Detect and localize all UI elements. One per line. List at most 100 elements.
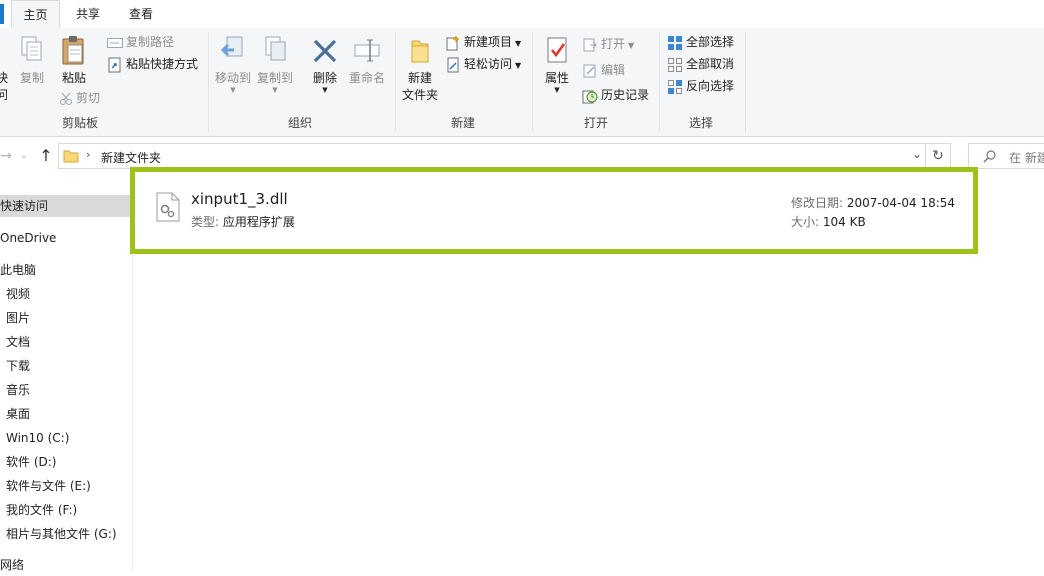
file-modified-value: 2007-04-04 18:54 xyxy=(846,196,956,210)
file-type-value: 应用程序扩展 xyxy=(222,215,295,229)
history-button[interactable]: 历史记录 xyxy=(582,85,649,105)
select-all-icon xyxy=(668,35,682,50)
nav-item-drive-e[interactable]: 软件与文件 (E:) xyxy=(6,475,91,497)
address-dropdown-chevron-icon[interactable]: ⌄ xyxy=(912,147,922,161)
nav-item-label: 桌面 xyxy=(6,407,31,421)
copy-to-caret: ▼ xyxy=(272,86,278,94)
delete-icon xyxy=(313,39,337,63)
file-name[interactable]: xinput1_3.dll xyxy=(191,190,288,208)
search-box[interactable]: 在 新建 xyxy=(968,143,1044,169)
tab-view[interactable]: 查看 xyxy=(117,0,165,28)
navigation-pane: 快速访问 OneDrive 此电脑 视频 图片 文档 下载 音乐 桌面 Win1… xyxy=(0,175,133,572)
new-item-button[interactable]: 新建项目 ▼ xyxy=(445,32,521,52)
group-separator xyxy=(745,32,746,132)
nav-item-documents[interactable]: 文档 xyxy=(6,331,30,353)
select-all-button[interactable]: 全部选择 xyxy=(667,32,734,52)
open-group-label: 打开 xyxy=(583,116,608,130)
nav-item-network[interactable]: 网络 xyxy=(0,554,24,576)
new-item-label: 新建项目 xyxy=(464,35,513,49)
select-none-button[interactable]: 全部取消 xyxy=(667,54,734,74)
nav-item-downloads[interactable]: 下载 xyxy=(6,355,30,377)
up-arrow-icon[interactable]: ↑ xyxy=(36,144,56,168)
paste-shortcut-button[interactable]: 粘贴快捷方式 xyxy=(107,54,198,74)
nav-item-this-pc[interactable]: 此电脑 xyxy=(0,259,36,281)
tab-home[interactable]: 主页 xyxy=(11,0,60,28)
copy-path-icon xyxy=(107,37,123,48)
nav-item-label: 文档 xyxy=(6,335,31,349)
nav-item-desktop[interactable]: 桌面 xyxy=(6,403,30,425)
nav-item-quick-access[interactable]: 快速访问 xyxy=(0,195,132,217)
nav-item-pictures[interactable]: 图片 xyxy=(6,307,30,329)
copy-to-label: 复制到 xyxy=(256,71,293,85)
edit-button[interactable]: 编辑 xyxy=(582,60,625,80)
edit-icon xyxy=(583,64,596,77)
cut-button[interactable]: 剪切 xyxy=(59,88,100,108)
search-placeholder: 在 新建 xyxy=(1009,151,1044,165)
rename-button[interactable]: 重命名 xyxy=(348,34,386,87)
recent-locations-chevron-icon[interactable]: ⌄ xyxy=(18,144,30,168)
refresh-icon[interactable]: ↻ xyxy=(925,144,950,168)
copy-to-button[interactable]: 复制到 ▼ xyxy=(256,34,294,94)
nav-item-drive-g[interactable]: 相片与其他文件 (G:) xyxy=(6,523,117,545)
pin-quick-access-label-2: 问 xyxy=(0,88,8,102)
address-bar[interactable]: › 新建文件夹 ⌄ ↻ xyxy=(58,143,951,169)
copy-path-label: 复制路径 xyxy=(126,35,175,49)
delete-button[interactable]: 删除 ▼ xyxy=(309,34,341,94)
copy-icon xyxy=(21,36,42,61)
nav-item-onedrive[interactable]: OneDrive xyxy=(0,227,56,249)
new-folder-label-2: 文件夹 xyxy=(401,88,438,102)
easy-access-icon xyxy=(447,57,459,72)
open-button[interactable]: 打开 ▼ xyxy=(582,34,634,54)
pin-quick-access-label-1: 快 xyxy=(0,71,8,85)
new-group-label: 新建 xyxy=(450,116,475,130)
forward-arrow-icon[interactable]: → xyxy=(0,144,12,168)
properties-button[interactable]: 属性 ▼ xyxy=(539,34,575,94)
folder-icon xyxy=(63,150,79,163)
select-group-label: 选择 xyxy=(688,116,713,130)
nav-item-videos[interactable]: 视频 xyxy=(6,283,30,305)
file-item-highlight[interactable]: xinput1_3.dll 类型: 应用程序扩展 修改日期: 2007-04-0… xyxy=(130,167,978,254)
nav-item-label: 软件与文件 (E:) xyxy=(6,479,91,493)
paste-label: 粘贴 xyxy=(61,71,86,85)
clipboard-group-label: 剪贴板 xyxy=(61,116,98,130)
nav-item-drive-f[interactable]: 我的文件 (F:) xyxy=(6,499,77,521)
group-separator xyxy=(208,32,209,132)
group-separator xyxy=(532,32,533,132)
file-type-label: 类型: xyxy=(191,215,220,229)
new-item-icon xyxy=(446,35,459,50)
nav-item-music[interactable]: 音乐 xyxy=(6,379,30,401)
nav-item-label: 音乐 xyxy=(6,383,31,397)
properties-label: 属性 xyxy=(544,71,569,85)
easy-access-caret: ▼ xyxy=(515,61,522,70)
dll-file-icon xyxy=(156,192,180,222)
nav-item-label: 快速访问 xyxy=(0,199,49,213)
nav-item-label: OneDrive xyxy=(0,231,57,245)
copy-path-button[interactable]: 复制路径 xyxy=(107,32,174,52)
nav-item-drive-c[interactable]: Win10 (C:) xyxy=(6,427,69,449)
nav-item-label: 视频 xyxy=(6,287,31,301)
invert-selection-label: 反向选择 xyxy=(686,79,735,93)
nav-item-label: 我的文件 (F:) xyxy=(6,503,78,517)
nav-item-drive-d[interactable]: 软件 (D:) xyxy=(6,451,56,473)
file-tab[interactable] xyxy=(0,4,4,24)
new-folder-button[interactable]: 新建 文件夹 xyxy=(400,34,440,104)
file-size-label: 大小: xyxy=(791,215,820,229)
new-folder-label-1: 新建 xyxy=(407,71,432,85)
paste-icon xyxy=(62,36,84,65)
tab-share[interactable]: 共享 xyxy=(66,0,110,28)
copy-button[interactable]: 复制 xyxy=(17,34,47,87)
ribbon-tab-bar: 主页 共享 查看 xyxy=(0,0,1044,29)
rename-label: 重命名 xyxy=(348,71,385,85)
easy-access-button[interactable]: 轻松访问 ▼ xyxy=(445,54,521,74)
pin-quick-access-button[interactable]: 快 问 xyxy=(0,70,10,104)
new-folder-icon xyxy=(411,40,429,63)
rename-icon xyxy=(354,39,380,62)
breadcrumb-chevron-icon[interactable]: › xyxy=(86,148,90,161)
invert-selection-button[interactable]: 反向选择 xyxy=(667,76,734,96)
move-to-button[interactable]: 移动到 ▼ xyxy=(214,34,252,94)
properties-caret: ▼ xyxy=(554,86,560,94)
nav-item-label: Win10 (C:) xyxy=(6,431,70,445)
paste-button[interactable]: 粘贴 xyxy=(58,34,90,87)
organize-group-label: 组织 xyxy=(287,116,312,130)
breadcrumb-current-folder[interactable]: 新建文件夹 xyxy=(101,149,161,166)
